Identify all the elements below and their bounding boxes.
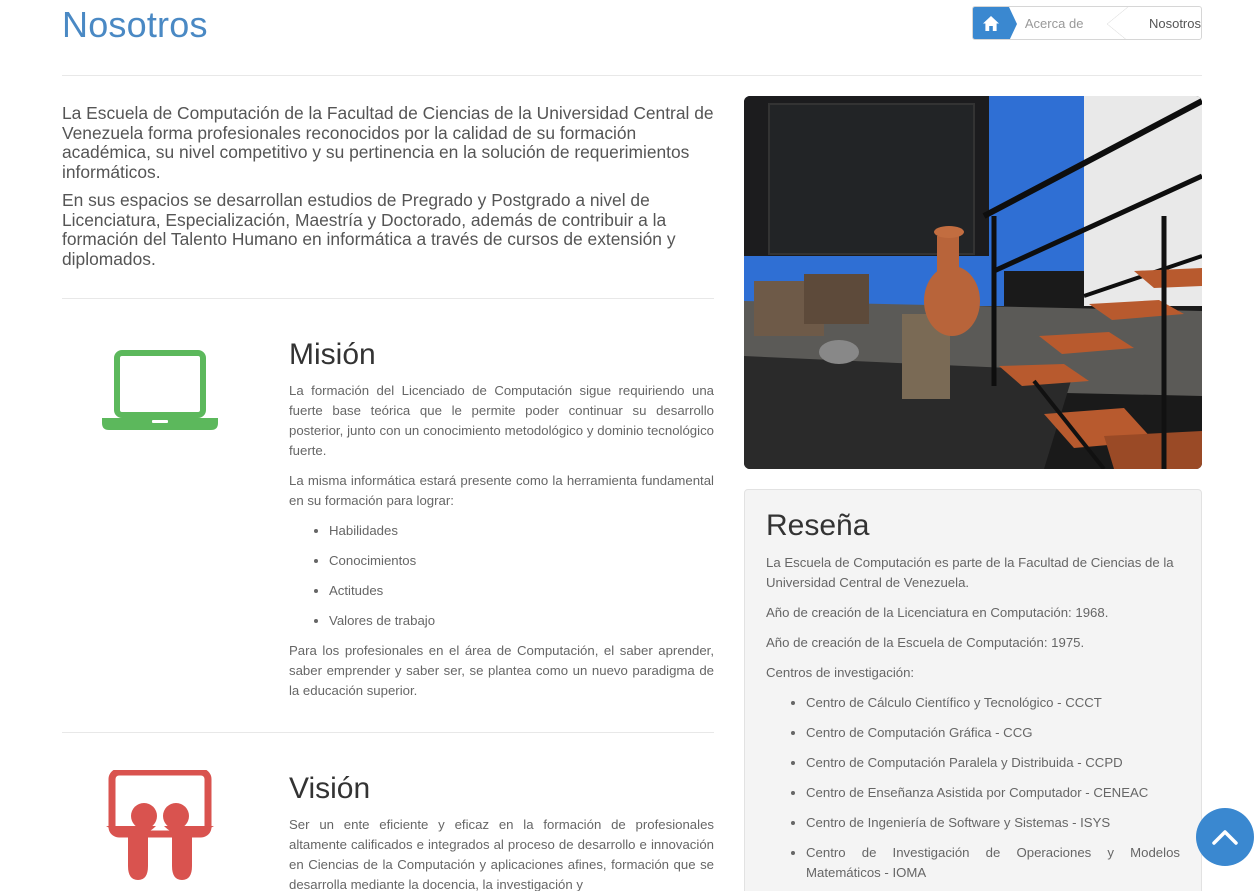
resena-panel: Reseña La Escuela de Computación es part…	[744, 489, 1202, 891]
divider	[62, 298, 714, 299]
divider	[62, 732, 714, 733]
mision-paragraph: La misma informática estará presente com…	[289, 473, 714, 508]
breadcrumb: Acerca de Nosotros	[972, 6, 1202, 40]
resena-paragraph: Año de creación de la Escuela de Computa…	[766, 635, 1085, 650]
resena-title: Reseña	[766, 509, 870, 542]
page-title: Nosotros	[62, 4, 208, 45]
intro-paragraph: En sus espacios se desarrollan estudios …	[62, 190, 676, 269]
intro-paragraph: La Escuela de Computación de la Facultad…	[62, 103, 714, 182]
breadcrumb-acerca-de[interactable]: Acerca de	[1009, 7, 1130, 39]
mision-paragraph: Para los profesionales en el área de Com…	[289, 643, 714, 698]
list-item: Centro de Computación Gráfica - CCG	[806, 723, 1180, 743]
list-item: Centro de Enseñanza Asistida por Computa…	[806, 783, 1180, 803]
vision-paragraph: Ser un ente eficiente y eficaz en la for…	[289, 817, 714, 891]
laptop-icon	[100, 350, 220, 437]
scroll-to-top-button[interactable]	[1196, 808, 1254, 866]
breadcrumb-home[interactable]	[973, 7, 1017, 39]
list-item: Centro de Investigación de Operaciones y…	[806, 843, 1180, 883]
breadcrumb-current: Nosotros	[1148, 15, 1201, 31]
list-item: Valores de trabajo	[329, 611, 714, 631]
resena-paragraph: La Escuela de Computación es parte de la…	[766, 555, 1174, 590]
divider	[62, 75, 1202, 76]
mision-list: Habilidades Conocimientos Actitudes Valo…	[329, 521, 714, 631]
school-photo	[744, 96, 1202, 469]
mision-paragraph: La formación del Licenciado de Computaci…	[289, 383, 714, 458]
centros-list: Centro de Cálculo Científico y Tecnológi…	[806, 693, 1180, 883]
list-item: Habilidades	[329, 521, 714, 541]
list-item: Conocimientos	[329, 551, 714, 571]
vision-body: Ser un ente eficiente y eficaz en la for…	[289, 815, 714, 891]
intro-text: La Escuela de Computación de la Facultad…	[62, 103, 718, 278]
slideshare-icon	[106, 768, 214, 887]
list-item: Centro de Computación Paralela y Distrib…	[806, 753, 1180, 773]
resena-paragraph: Centros de investigación:	[766, 665, 915, 680]
vision-title: Visión	[289, 772, 371, 805]
home-icon	[982, 15, 999, 31]
mision-title: Misión	[289, 338, 376, 371]
resena-paragraph: Año de creación de la Licenciatura en Co…	[766, 605, 1109, 620]
mision-body: La formación del Licenciado de Computaci…	[289, 381, 714, 711]
list-item: Actitudes	[329, 581, 714, 601]
chevron-up-icon	[1212, 830, 1238, 845]
list-item: Centro de Cálculo Científico y Tecnológi…	[806, 693, 1180, 713]
list-item: Centro de Ingeniería de Software y Siste…	[806, 813, 1180, 833]
